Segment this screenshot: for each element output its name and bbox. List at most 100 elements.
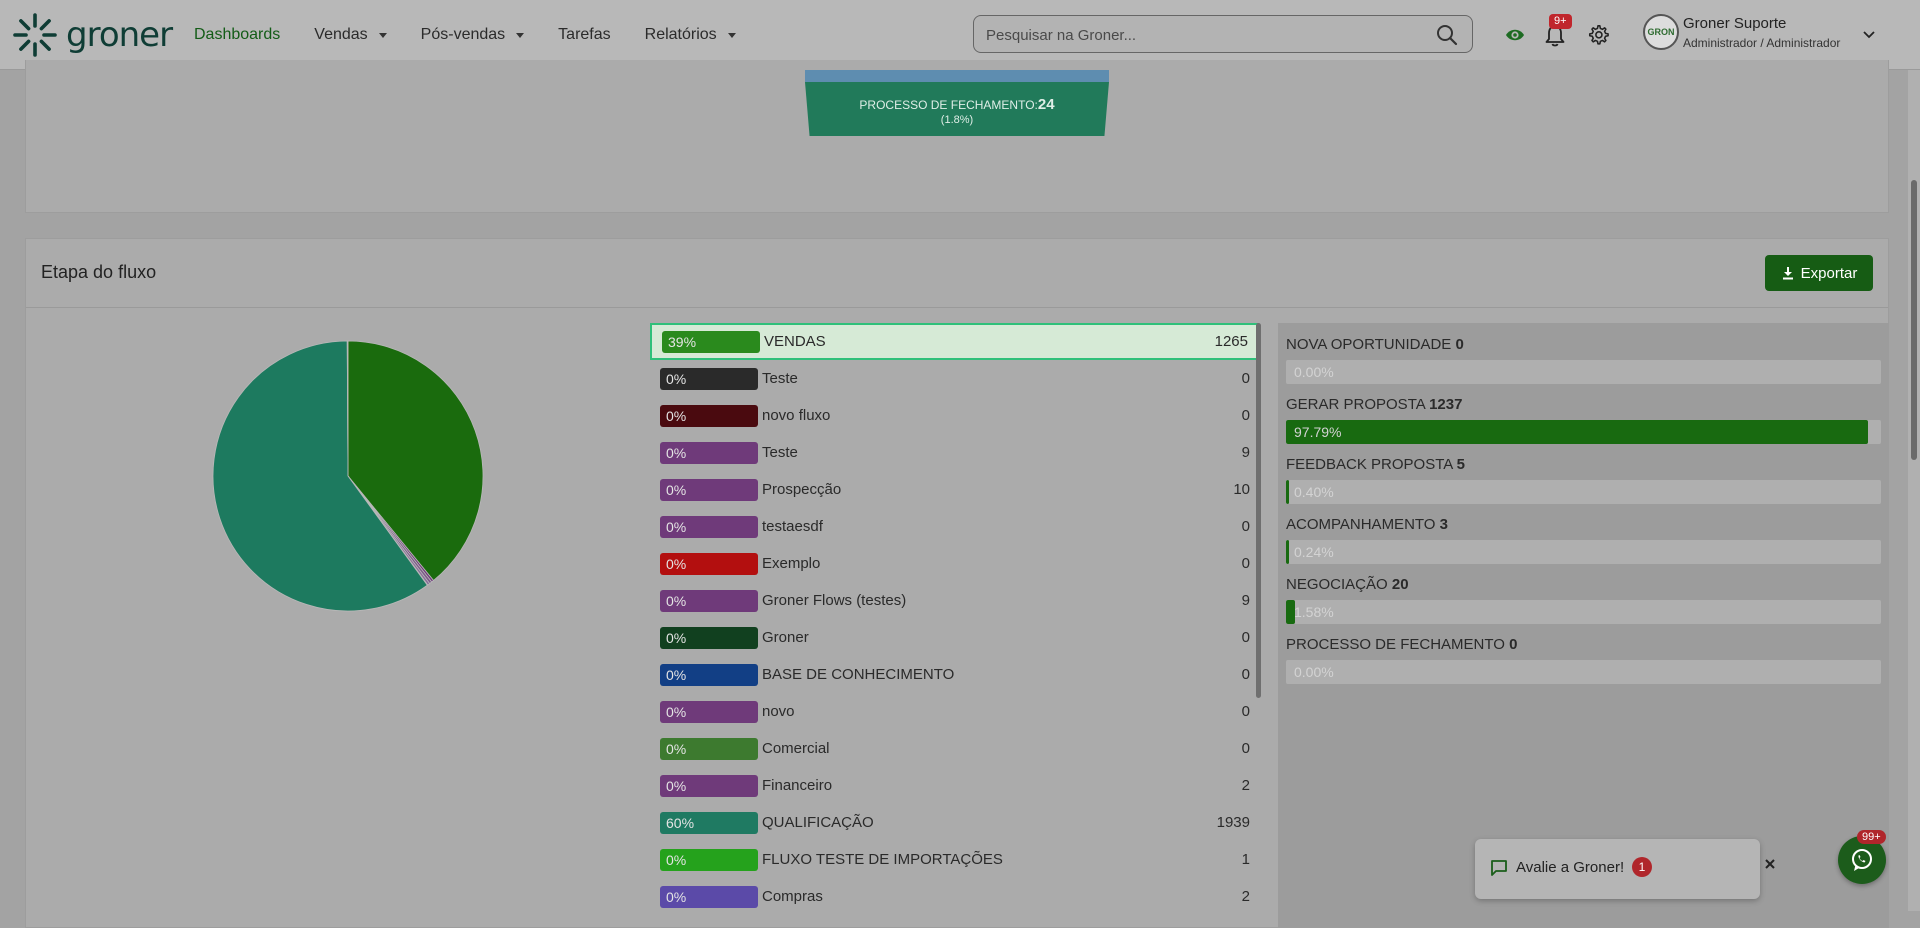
- flow-name: testaesdf: [762, 518, 823, 535]
- flow-row[interactable]: 60% QUALIFICAÇÃO 1939: [650, 804, 1258, 841]
- flow-row[interactable]: 0% Comercial 0: [650, 730, 1258, 767]
- nav-dashboards-label: Dashboards: [194, 26, 281, 43]
- close-icon[interactable]: [1763, 857, 1777, 871]
- flow-row[interactable]: 0% FLUXO TESTE DE IMPORTAÇÕES 1: [650, 841, 1258, 878]
- stage-label: PROCESSO DE FECHAMENTO 0: [1286, 636, 1517, 653]
- nav-pos-vendas-label: Pós-vendas: [420, 26, 506, 43]
- eye-icon[interactable]: [1504, 24, 1526, 46]
- flow-name: Compras: [762, 888, 823, 905]
- search-icon[interactable]: [1436, 24, 1458, 46]
- flow-row[interactable]: 0% testaesdf 0: [650, 508, 1258, 545]
- stage-progress-fill: [1286, 540, 1289, 564]
- nav-dashboards[interactable]: Dashboards: [194, 26, 280, 44]
- card-title: Etapa do fluxo: [41, 262, 157, 282]
- card-divider: [26, 307, 1888, 308]
- stage-count: 0: [1455, 336, 1464, 353]
- flow-count: 1265: [1214, 333, 1248, 350]
- stage-progress-bar: 0.24%: [1286, 540, 1881, 564]
- flow-percent-badge: 0%: [660, 663, 758, 686]
- toast-text: Avalie a Groner!: [1516, 859, 1625, 876]
- stage-label: GERAR PROPOSTA 1237: [1286, 396, 1462, 413]
- flow-count: 9: [1241, 444, 1250, 461]
- flow-name: novo: [762, 703, 795, 720]
- flow-percent-badge: 60%: [660, 811, 758, 834]
- export-button[interactable]: Exportar: [1765, 255, 1873, 291]
- funnel-stage-percent: (1.8%): [940, 114, 974, 126]
- stage-label: NEGOCIAÇÃO 20: [1286, 576, 1409, 593]
- flow-percent-badge: 0%: [660, 848, 758, 871]
- nav-vendas[interactable]: Vendas: [314, 26, 387, 44]
- flow-row[interactable]: 0% Compras 2: [650, 878, 1258, 915]
- flow-count: 0: [1241, 740, 1250, 757]
- stage-percent: 0.00%: [1294, 364, 1334, 380]
- gear-icon[interactable]: [1587, 24, 1609, 46]
- flow-count: 0: [1241, 518, 1250, 535]
- stage-count: 5: [1456, 456, 1465, 473]
- avatar: GRON: [1643, 14, 1679, 50]
- global-search: [973, 15, 1473, 54]
- scrollbar-thumb[interactable]: [1911, 180, 1917, 460]
- stage-progress-bar: 1.58%: [1286, 600, 1881, 624]
- flow-row[interactable]: 0% novo fluxo 0: [650, 397, 1258, 434]
- flow-row[interactable]: 0% novo 0: [650, 693, 1258, 730]
- stage-progress-bar: 0.40%: [1286, 480, 1881, 504]
- nav-tarefas-label: Tarefas: [558, 26, 611, 43]
- stage-count: 3: [1439, 516, 1448, 533]
- funnel-stage-label: PROCESSO DE FECHAMENTO:: [859, 98, 1038, 112]
- flow-row[interactable]: 0% Teste 9: [650, 434, 1258, 471]
- flow-count: 10: [1233, 481, 1250, 498]
- pie-slice[interactable]: [347, 340, 349, 477]
- stage-count: 20: [1391, 576, 1409, 593]
- flow-count: 0: [1241, 666, 1250, 683]
- chat-icon: [1491, 860, 1507, 876]
- flow-percent-badge: 0%: [660, 367, 758, 390]
- brand-logo[interactable]: groner: [12, 12, 173, 58]
- flow-row[interactable]: 0% Teste 0: [650, 360, 1258, 397]
- stage-percent: 0.24%: [1294, 544, 1334, 560]
- flow-name: Financeiro: [762, 777, 833, 794]
- flow-percent-badge: 0%: [660, 774, 758, 797]
- funnel-stage-processo-fechamento[interactable]: PROCESSO DE FECHAMENTO:24 (1.8%): [805, 82, 1109, 136]
- stage-percent: 0.40%: [1294, 484, 1334, 500]
- nav-relatorios[interactable]: Relatórios: [645, 26, 736, 44]
- flow-percent-badge: 0%: [660, 589, 758, 612]
- flow-row[interactable]: 39% VENDAS 1265: [650, 323, 1258, 360]
- chevron-down-icon[interactable]: [1862, 28, 1876, 42]
- rating-toast[interactable]: Avalie a Groner! 1: [1475, 839, 1775, 899]
- flow-name: Prospecção: [762, 481, 842, 498]
- flow-pie-chart: [212, 340, 484, 612]
- flow-row[interactable]: 0% BASE DE CONHECIMENTO 0: [650, 656, 1258, 693]
- stage-panel: [1278, 323, 1889, 928]
- flow-percent-badge: 0%: [660, 885, 758, 908]
- stage-progress-bar: 0.00%: [1286, 660, 1881, 684]
- search-input[interactable]: [974, 16, 1408, 54]
- flow-count: 0: [1241, 629, 1250, 646]
- flow-row[interactable]: 0% Groner 0: [650, 619, 1258, 656]
- flow-count: 2: [1241, 888, 1250, 905]
- user-menu[interactable]: GRON Groner Suporte Administrador / Admi…: [1643, 14, 1840, 50]
- page-scrollbar[interactable]: [1908, 70, 1920, 911]
- nav-tarefas[interactable]: Tarefas: [558, 26, 610, 44]
- stage-count: 1237: [1429, 396, 1463, 413]
- avatar-text: GRON: [1647, 27, 1675, 37]
- stage-name: FEEDBACK PROPOSTA: [1286, 456, 1453, 473]
- flow-percent-badge: 0%: [660, 478, 758, 501]
- stage-name: GERAR PROPOSTA: [1286, 396, 1425, 413]
- nav-pos-vendas[interactable]: Pós-vendas: [421, 26, 525, 44]
- brand-name: groner: [66, 15, 173, 55]
- flow-name: Teste: [762, 444, 798, 461]
- stage-percent: 0.00%: [1294, 664, 1334, 680]
- funnel-stage-bar: [805, 70, 1109, 82]
- flow-row[interactable]: 0% Exemplo 0: [650, 545, 1258, 582]
- flow-row[interactable]: 0% Groner Flows (testes) 9: [650, 582, 1258, 619]
- whatsapp-icon: [1852, 849, 1872, 871]
- flow-list-scrollbar[interactable]: [1256, 323, 1261, 698]
- flow-count: 0: [1241, 407, 1250, 424]
- flow-name: Comercial: [762, 740, 830, 757]
- stage-progress-fill: [1286, 480, 1289, 504]
- flow-row[interactable]: 0% Financeiro 2: [650, 767, 1258, 804]
- flow-name: VENDAS: [764, 333, 826, 350]
- flow-count: 1939: [1216, 814, 1250, 831]
- flow-percent-badge: 0%: [660, 404, 758, 427]
- flow-row[interactable]: 0% Prospecção 10: [650, 471, 1258, 508]
